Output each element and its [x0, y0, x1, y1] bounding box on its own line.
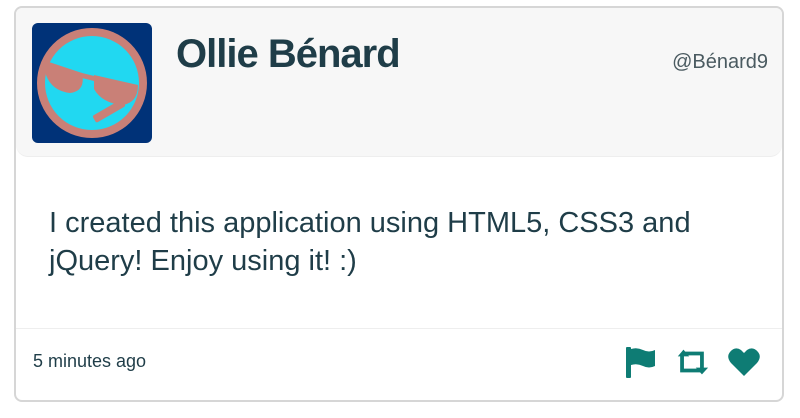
flag-button[interactable]: [622, 344, 658, 380]
avatar-face-icon: [37, 28, 147, 138]
tweet-timestamp: 5 minutes ago: [33, 351, 147, 371]
divider: [16, 328, 782, 329]
author-name: Ollie Bénard: [176, 32, 401, 76]
tweet-header: Ollie Bénard @Bénard9: [16, 8, 782, 157]
flag-icon: [626, 347, 655, 378]
tweet-text: I created this application using HTML5, …: [49, 207, 691, 277]
retweet-button[interactable]: [674, 344, 710, 380]
like-button[interactable]: [726, 344, 762, 380]
avatar[interactable]: [32, 23, 152, 143]
retweet-icon: [677, 349, 709, 375]
author-handle: @Bénard9: [672, 51, 768, 73]
tweet-actions: [606, 344, 762, 380]
tweet-card: Ollie Bénard @Bénard9 I created this app…: [14, 6, 784, 402]
heart-icon: [728, 348, 760, 376]
